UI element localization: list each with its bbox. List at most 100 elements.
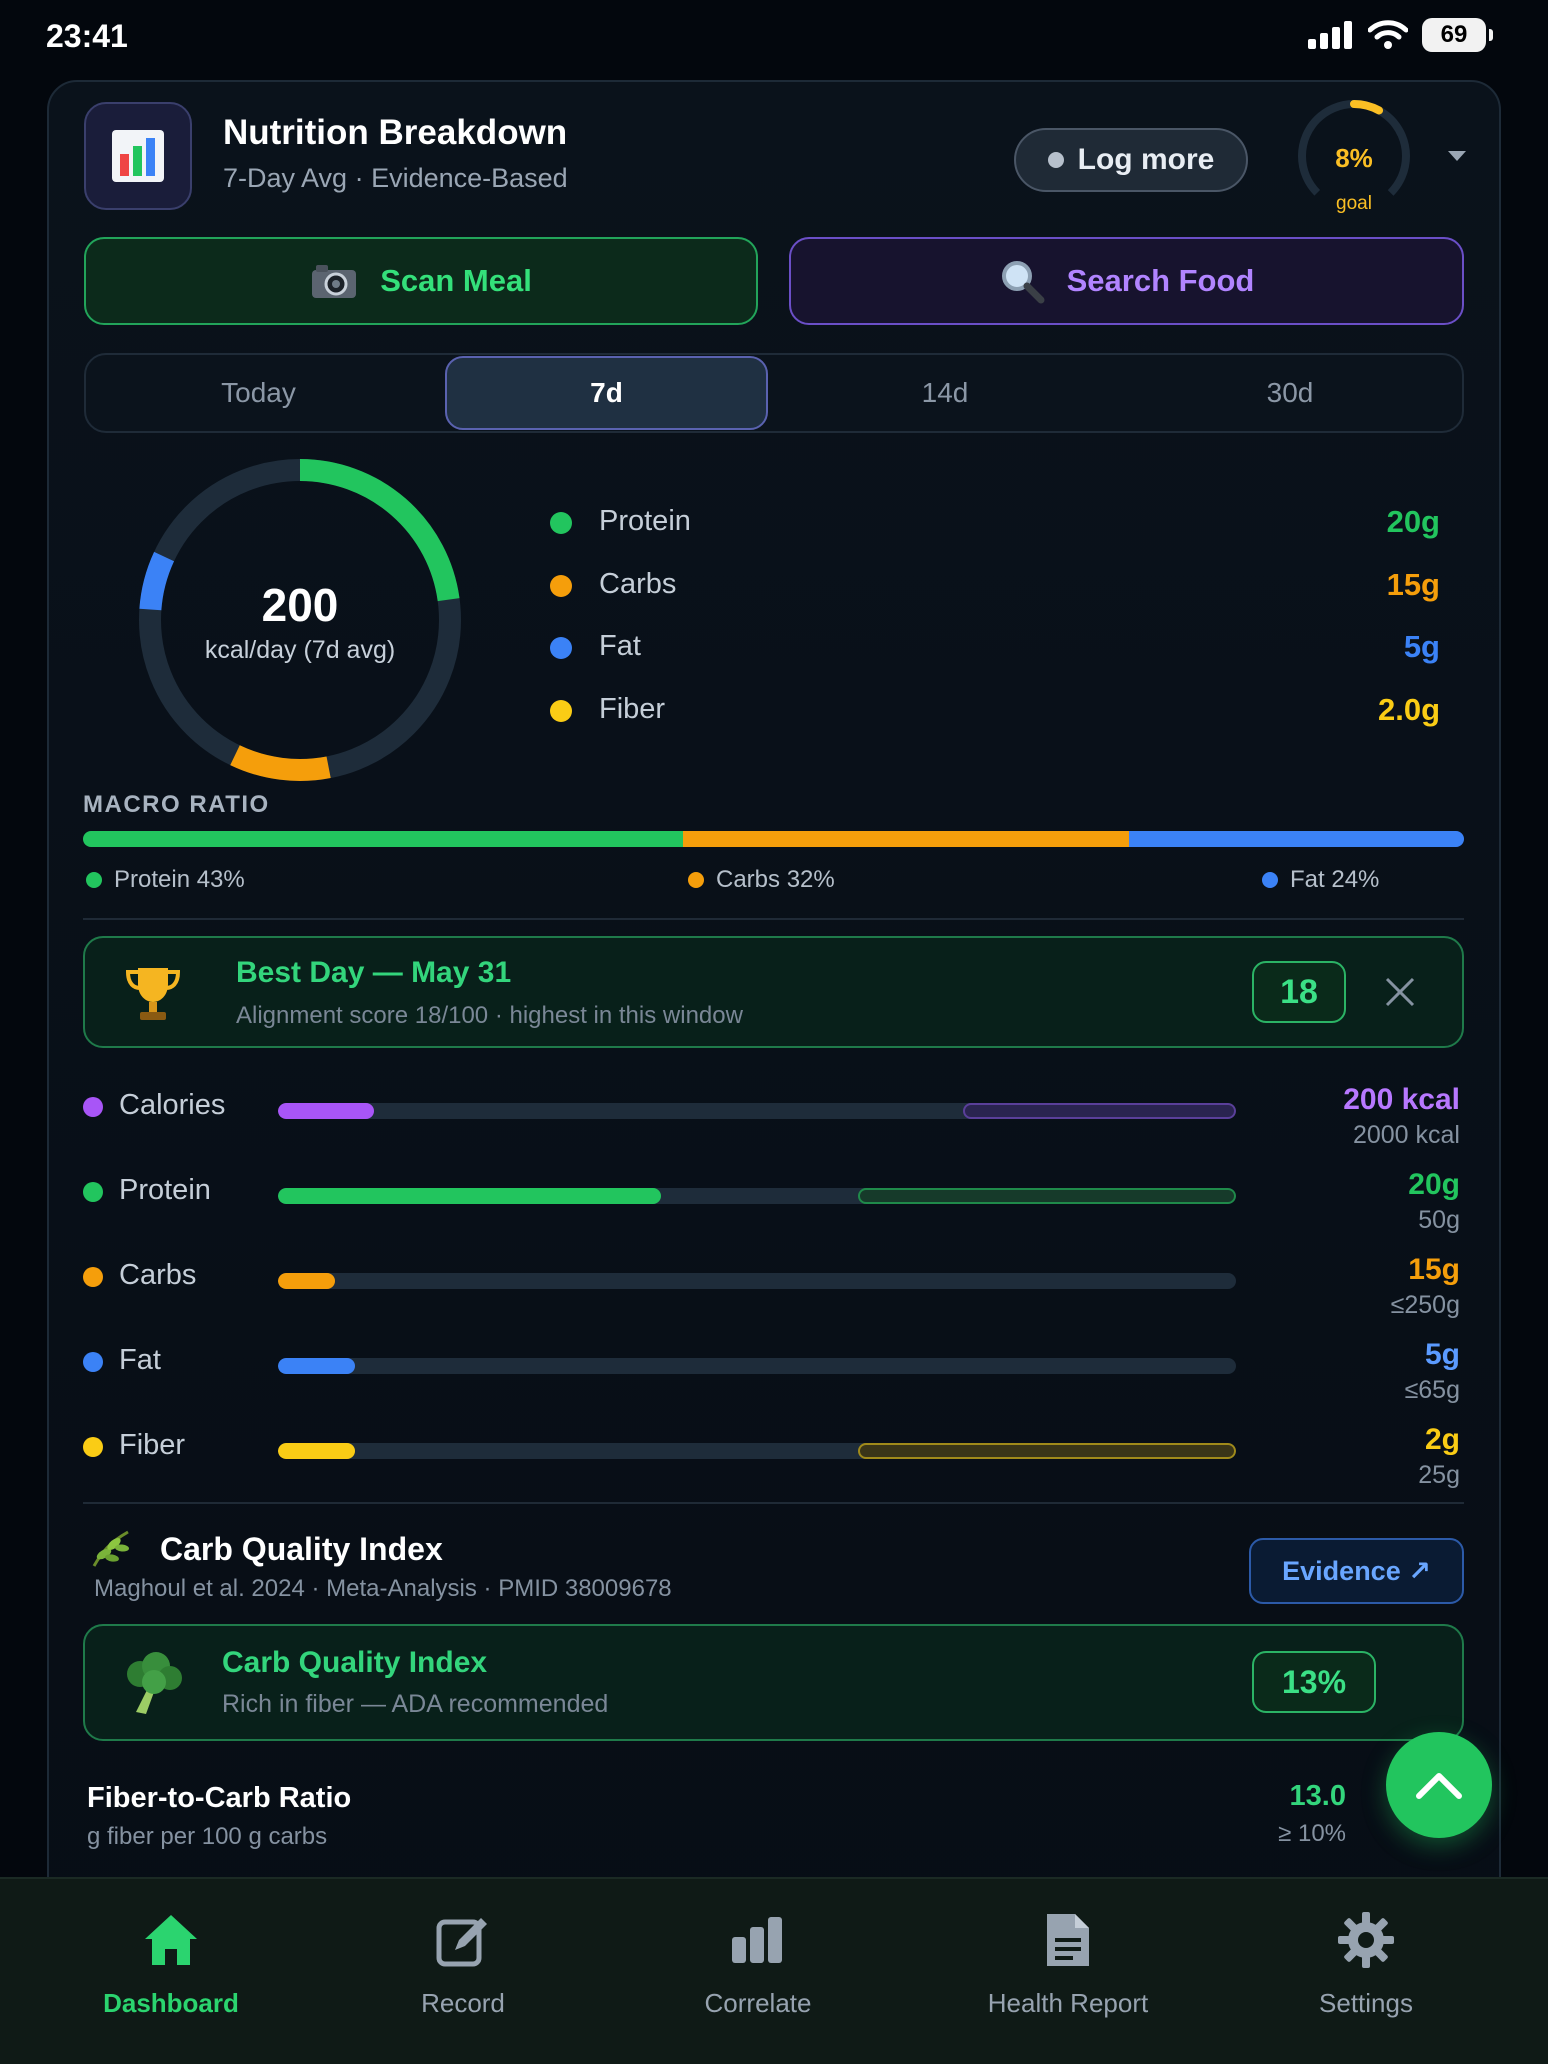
carb-quality-card-subtitle: Rich in fiber — ADA recommended — [222, 1690, 609, 1718]
nutrient-progress-fill — [278, 1358, 355, 1374]
macro-ratio-bar — [83, 831, 1464, 847]
tab-label: Record — [421, 1988, 505, 2018]
fiber-carb-ratio-subtitle: g fiber per 100 g carbs — [87, 1823, 328, 1850]
nutrient-progress-fill — [278, 1103, 374, 1119]
nutrient-progress-track — [278, 1188, 1236, 1204]
signal-icon — [1308, 21, 1352, 49]
nutrient-name: Calories — [119, 1089, 226, 1121]
protein-dot-icon — [86, 872, 102, 888]
chevron-up-icon — [1416, 1773, 1462, 1799]
macro-label-text: Carbs 32% — [716, 866, 835, 893]
nutrient-row-fiber: Fiber 2g 25g — [83, 1423, 1464, 1493]
page-title: Nutrition Breakdown — [223, 113, 568, 152]
legend-label: Fat — [599, 630, 641, 662]
macro-label-text: Protein 43% — [114, 866, 245, 893]
macro-bar-protein — [83, 831, 683, 847]
macro-label-protein: Protein 43% — [86, 866, 245, 894]
chevron-down-icon[interactable] — [1446, 148, 1468, 164]
carb-quality-heading: Carb Quality Index — [160, 1531, 443, 1567]
leaf-icon — [92, 1530, 129, 1567]
best-day-score-badge: 18 — [1252, 961, 1346, 1023]
nutrient-progress-track — [278, 1273, 1236, 1289]
nutrient-goal: ≤65g — [1404, 1376, 1460, 1404]
nutrient-progress-fill — [278, 1443, 355, 1459]
fat-dot-icon — [1262, 872, 1278, 888]
nutrient-goal: 2000 kcal — [1352, 1121, 1460, 1149]
evidence-button[interactable]: Evidence ↗ — [1249, 1538, 1464, 1604]
macro-label-fat: Fat 24% — [1262, 866, 1379, 894]
legend-value: 5g — [1403, 629, 1440, 664]
best-day-title: Best Day — May 31 — [236, 956, 512, 989]
calorie-unit: kcal/day (7d avg) — [204, 636, 396, 664]
nutrient-name: Carbs — [119, 1259, 197, 1291]
document-icon — [1038, 1910, 1098, 1970]
nutrient-progress-track — [278, 1103, 1236, 1119]
fiber-dot-icon — [550, 700, 572, 722]
tab-settings[interactable]: Settings — [1236, 1910, 1496, 2040]
search-food-button[interactable]: Search Food — [789, 237, 1464, 325]
nutrient-goal: 25g — [1418, 1461, 1460, 1489]
macro-bar-carbs — [682, 831, 1130, 847]
nutrient-row-protein: Protein 20g 50g — [83, 1168, 1464, 1238]
legend-label: Protein — [599, 505, 691, 537]
nutrient-target-zone — [858, 1443, 1236, 1459]
carb-quality-badge: 13% — [1252, 1651, 1376, 1713]
chart-logo-icon — [84, 102, 192, 210]
carbs-dot-icon — [550, 575, 572, 597]
carb-quality-card-title: Carb Quality Index — [222, 1646, 488, 1679]
scan-meal-label: Scan Meal — [380, 263, 532, 298]
status-time: 23:41 — [46, 18, 128, 54]
scan-meal-button[interactable]: Scan Meal — [84, 237, 758, 325]
nutrient-goal: 50g — [1418, 1206, 1460, 1234]
camera-icon — [312, 265, 357, 298]
legend-label: Carbs — [599, 568, 677, 600]
page-subtitle: 7-Day Avg · Evidence-Based — [223, 163, 568, 193]
goal-percent: 8% — [1335, 143, 1373, 173]
log-more-button[interactable]: Log more — [1014, 128, 1248, 192]
tab-label: Health Report — [987, 1988, 1149, 2018]
tab-14d[interactable]: 14d — [780, 353, 1110, 433]
nutrient-target-zone — [858, 1188, 1236, 1204]
edit-icon — [433, 1910, 493, 1970]
bar-chart-icon — [728, 1910, 788, 1970]
tab-record[interactable]: Record — [333, 1910, 593, 2040]
tab-7d[interactable]: 7d — [445, 353, 768, 433]
nutrient-value: 15g — [1408, 1253, 1460, 1286]
calorie-value: 200 — [261, 579, 339, 631]
nutrient-progress-track — [278, 1358, 1236, 1374]
search-icon — [1001, 261, 1045, 304]
close-icon[interactable] — [1384, 976, 1416, 1008]
tab-label: Settings — [1319, 1988, 1413, 2018]
goal-label: goal — [1336, 193, 1372, 214]
nutrient-row-calories: Calories 200 kcal 2000 kcal — [83, 1083, 1464, 1153]
macro-ratio-title: MACRO RATIO — [83, 791, 270, 818]
protein-dot-icon — [550, 512, 572, 534]
tab-health-report[interactable]: Health Report — [938, 1910, 1198, 2040]
broccoli-icon — [127, 1652, 182, 1714]
tab-label: Correlate — [704, 1988, 812, 2018]
home-icon — [141, 1910, 201, 1970]
nutrient-progress-fill — [278, 1188, 662, 1204]
dot-icon — [1047, 152, 1064, 168]
protein-dot-icon — [83, 1182, 103, 1202]
nutrient-name: Fiber — [119, 1429, 186, 1461]
nutrient-row-fat: Fat 5g ≤65g — [83, 1338, 1464, 1408]
legend-value: 15g — [1386, 567, 1440, 602]
legend-carbs: Carbs 15g — [550, 565, 1450, 605]
divider — [83, 918, 1464, 920]
best-day-subtitle: Alignment score 18/100 · highest in this… — [236, 1002, 743, 1029]
macro-bar-fat — [1129, 831, 1464, 847]
scroll-to-top-button[interactable] — [1386, 1732, 1492, 1838]
nutrient-row-carbs: Carbs 15g ≤250g — [83, 1253, 1464, 1323]
gear-icon — [1336, 1910, 1396, 1970]
tab-correlate[interactable]: Correlate — [628, 1910, 888, 2040]
nutrient-value: 20g — [1408, 1168, 1460, 1201]
tab-dashboard[interactable]: Dashboard — [41, 1910, 301, 2040]
nutrient-value: 200 kcal — [1343, 1083, 1460, 1116]
tab-30d[interactable]: 30d — [1120, 353, 1460, 433]
legend-value: 20g — [1386, 504, 1440, 539]
tab-today[interactable]: Today — [84, 353, 433, 433]
legend-value: 2.0g — [1377, 692, 1440, 727]
macro-label-carbs: Carbs 32% — [688, 866, 835, 894]
fat-dot-icon — [83, 1352, 103, 1372]
